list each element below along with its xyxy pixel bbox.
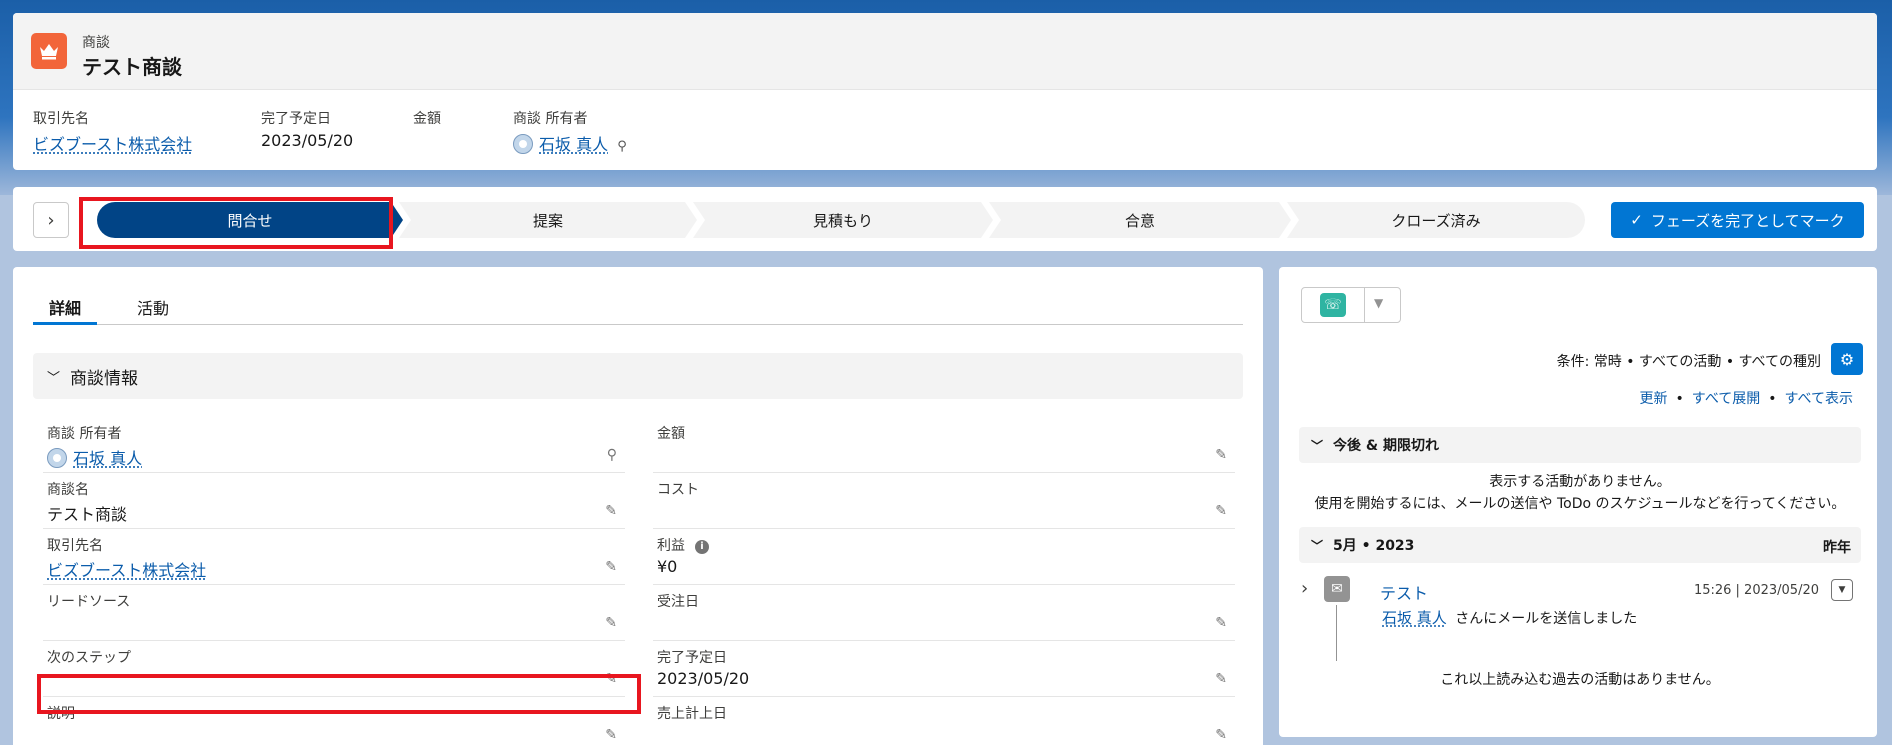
info-icon[interactable]: i [695,540,709,554]
header-field-owner: 商談 所有者 石坂 真人 ⚲ [513,111,627,154]
record-header-band: 商談 テスト商談 [13,13,1877,90]
tab-activity[interactable]: 活動 [137,283,169,325]
path-toggle-button[interactable]: › [33,202,69,238]
owner-avatar [513,134,533,154]
field-lead-source: リードソース ✎ [43,585,625,641]
object-type-label: 商談 [82,35,110,51]
pencil-icon[interactable]: ✎ [1215,727,1227,743]
change-owner-icon[interactable]: ⚲ [617,139,627,154]
field-opportunity-name: 商談名 テスト商談 ✎ [43,473,625,529]
pencil-icon[interactable]: ✎ [605,615,617,631]
record-title: テスト商談 [82,55,182,79]
header-field-amount: 金額 [413,111,441,127]
chevron-right-icon: › [47,209,55,231]
field-owner: 商談 所有者 石坂 真人 ⚲ [43,417,625,473]
tab-details[interactable]: 詳細 [33,283,97,325]
account-link[interactable]: ビズブースト株式会社 [47,561,206,580]
field-revenue-date: 売上計上日 ✎ [653,697,1235,745]
pencil-icon[interactable]: ✎ [605,727,617,743]
activity-item-menu-button[interactable]: ▼ [1831,579,1853,601]
field-account-name: 取引先名 ビズブースト株式会社 ✎ [43,529,625,585]
log-call-button-group[interactable]: ☏ ▼ [1301,287,1401,323]
section-month[interactable]: ﹀ 5月 • 2023 昨年 [1299,527,1861,563]
stage-agreement[interactable]: 合意 [989,202,1291,238]
field-close-date: 完了予定日 2023/05/20 ✎ [653,641,1235,697]
activity-user-link[interactable]: 石坂 真人 [1382,609,1447,627]
chevron-down-icon: ﹀ [1311,538,1324,553]
field-won-date: 受注日 ✎ [653,585,1235,641]
email-icon: ✉ [1324,576,1350,602]
expand-item-icon[interactable]: › [1301,578,1308,599]
pencil-icon[interactable]: ✎ [605,559,617,575]
activity-item-title[interactable]: テスト [1380,580,1428,604]
gear-icon[interactable]: ⚙ [1831,343,1863,375]
pencil-icon[interactable]: ✎ [605,503,617,519]
owner-link[interactable]: 石坂 真人 [73,449,142,468]
stage-closed[interactable]: クローズ済み [1287,202,1585,238]
activity-filter-text: 条件: 常時 • すべての活動 • すべての種別 [1556,354,1821,370]
caret-down-icon[interactable]: ▼ [1374,296,1383,310]
no-activity-message: 表示する活動がありません。 使用を開始するには、メールの送信や ToDo のスケ… [1314,474,1846,512]
header-field-account: 取引先名 ビズブースト株式会社 [33,111,193,154]
mark-stage-complete-button[interactable]: ✓ フェーズを完了としてマーク [1611,202,1864,238]
chevron-down-icon: ﹀ [47,370,61,386]
view-all-link[interactable]: すべて表示 [1785,391,1853,407]
field-amount: 金額 ✎ [653,417,1235,473]
highlight-box-stage [79,197,393,249]
opportunity-crown-icon [31,33,67,69]
owner-link[interactable]: 石坂 真人 [539,135,608,154]
activity-links: 更新 • すべて展開 • すべて表示 [1639,391,1853,407]
section-upcoming[interactable]: ﹀ 今後 & 期限切れ [1299,427,1861,463]
chevron-down-icon: ﹀ [1311,438,1324,453]
pencil-icon[interactable]: ✎ [1215,503,1227,519]
record-header: 商談 テスト商談 取引先名 ビズブースト株式会社 完了予定日 2023/05/2… [13,13,1877,170]
field-profit: 利益 i ¥0 [653,529,1235,585]
expand-all-link[interactable]: すべて展開 [1692,391,1760,407]
pencil-icon[interactable]: ✎ [1215,615,1227,631]
detail-tabs: 詳細 活動 [33,283,1243,325]
owner-avatar [47,448,67,468]
account-link[interactable]: ビズブースト株式会社 [33,135,192,154]
activity-item-desc: 石坂 真人 さんにメールを送信しました [1382,609,1638,627]
no-more-activities: これ以上読み込む過去の活動はありません。 [1440,672,1720,688]
activity-panel: ☏ ▼ 条件: 常時 • すべての活動 • すべての種別 ⚙ 更新 • すべて展開 •… [1279,267,1877,737]
stage-proposal[interactable]: 提案 [399,202,697,238]
stage-quote[interactable]: 見積もり [693,202,993,238]
pencil-icon[interactable]: ✎ [1215,447,1227,463]
phone-icon[interactable]: ☏ [1320,293,1346,317]
pencil-icon[interactable]: ✎ [1215,671,1227,687]
activity-item-time: 15:26 | 2023/05/20 [1693,583,1819,598]
field-cost: コスト ✎ [653,473,1235,529]
checkmark-icon: ✓ [1630,211,1643,229]
refresh-link[interactable]: 更新 [1640,391,1668,407]
change-owner-icon[interactable]: ⚲ [607,447,617,463]
section-opportunity-info[interactable]: ﹀ 商談情報 [33,353,1243,399]
header-field-close-date: 完了予定日 2023/05/20 [261,111,354,150]
highlight-box-next-step [37,674,641,714]
